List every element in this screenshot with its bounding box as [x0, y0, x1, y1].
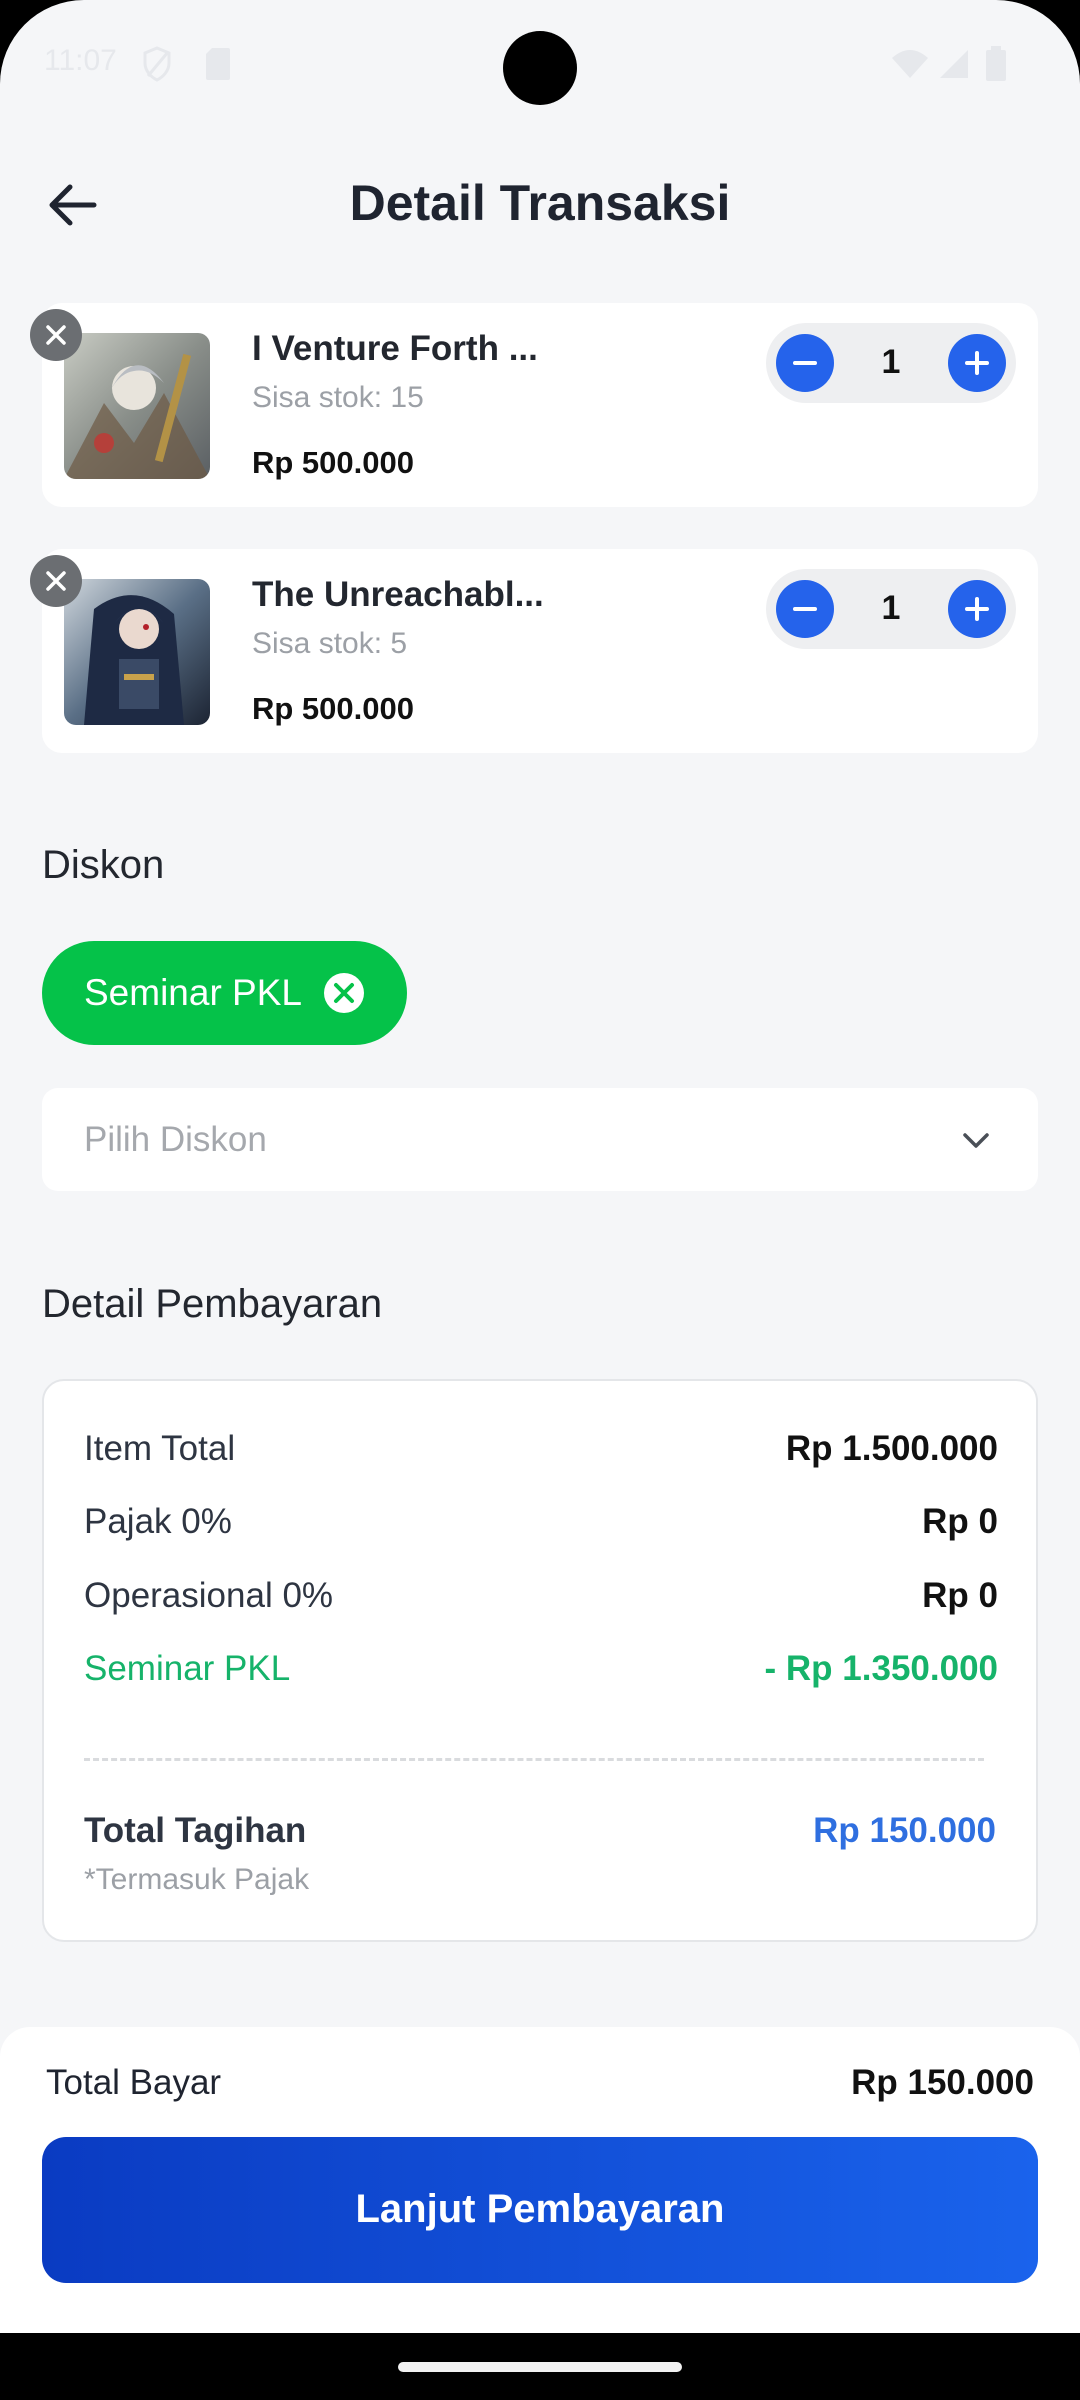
decrease-button[interactable] [776, 334, 834, 392]
gesture-nav-handle[interactable] [398, 2362, 682, 2372]
page-title: Detail Transaksi [349, 175, 731, 231]
row-label: Pajak 0% [84, 1502, 232, 1541]
item-name: I Venture Forth ... [252, 329, 538, 368]
app-screen: 11:07 Detail Transaksi I Venture Forth .… [0, 0, 1080, 2333]
item-name: The Unreachabl... [252, 575, 544, 614]
increase-button[interactable] [948, 580, 1006, 638]
remove-item-button[interactable] [30, 309, 82, 361]
row-label: Operasional 0% [84, 1576, 334, 1615]
plus-icon [965, 351, 989, 375]
payment-summary-card: Item Total Rp 1.500.000 Pajak 0% Rp 0 Op… [42, 1379, 1038, 1942]
row-label: Seminar PKL [84, 1649, 291, 1688]
discount-section-title: Diskon [42, 843, 165, 887]
shield-icon [143, 46, 171, 82]
increase-button[interactable] [948, 334, 1006, 392]
divider [84, 1758, 984, 1761]
chevron-down-icon [963, 1133, 989, 1148]
product-thumbnail [64, 333, 210, 479]
item-price: Rp 500.000 [252, 691, 414, 726]
payment-row-discount: Seminar PKL - Rp 1.350.000 [84, 1649, 998, 1699]
battery-icon [986, 46, 1006, 81]
checkout-bar: Total Bayar Rp 150.000 Lanjut Pembayaran [0, 2027, 1080, 2333]
row-value: Rp 0 [922, 1502, 998, 1541]
payment-row-operational: Operasional 0% Rp 0 [84, 1576, 998, 1626]
total-pay-value: Rp 150.000 [851, 2063, 1034, 2102]
quantity-stepper: 1 [766, 323, 1016, 403]
sim-card-icon [206, 48, 230, 80]
close-icon [46, 325, 66, 345]
total-bill-label: Total Tagihan [84, 1811, 307, 1850]
quantity-value: 1 [881, 589, 901, 627]
status-bar: 11:07 [0, 0, 1080, 130]
payment-section-title: Detail Pembayaran [42, 1282, 383, 1326]
close-icon [46, 571, 66, 591]
applied-discount-chip[interactable]: Seminar PKL [42, 941, 407, 1045]
discount-select[interactable]: Pilih Diskon [42, 1088, 1038, 1191]
row-value: Rp 0 [922, 1576, 998, 1615]
wifi-icon [892, 50, 928, 78]
decrease-button[interactable] [776, 580, 834, 638]
tax-note: *Termasuk Pajak [84, 1863, 310, 1896]
remove-discount-icon[interactable] [322, 971, 366, 1015]
payment-row-item-total: Item Total Rp 1.500.000 [84, 1429, 998, 1479]
camera-cutout [503, 31, 577, 105]
row-value: Rp 1.500.000 [785, 1429, 998, 1468]
minus-icon [793, 607, 817, 611]
plus-icon [965, 597, 989, 621]
item-stock: Sisa stok: 15 [252, 381, 424, 414]
status-time: 11:07 [44, 44, 117, 77]
signal-icon [940, 50, 968, 78]
app-header: Detail Transaksi [0, 150, 1080, 260]
quantity-value: 1 [881, 343, 901, 381]
continue-payment-label: Lanjut Pembayaran [355, 2187, 725, 2231]
continue-payment-button[interactable]: Lanjut Pembayaran [42, 2137, 1038, 2283]
cart-item: The Unreachabl... Sisa stok: 5 Rp 500.00… [30, 549, 1038, 753]
quantity-stepper: 1 [766, 569, 1016, 649]
item-stock: Sisa stok: 5 [252, 627, 408, 660]
product-thumbnail [64, 579, 210, 725]
row-label: Item Total [84, 1429, 236, 1468]
discount-chip-label: Seminar PKL [84, 972, 302, 1013]
row-value: - Rp 1.350.000 [764, 1649, 998, 1688]
minus-icon [793, 361, 817, 365]
item-price: Rp 500.000 [252, 445, 414, 480]
total-bill-value: Rp 150.000 [813, 1811, 996, 1850]
payment-row-tax: Pajak 0% Rp 0 [84, 1502, 998, 1552]
cart-item: I Venture Forth ... Sisa stok: 15 Rp 500… [30, 303, 1038, 507]
discount-select-placeholder: Pilih Diskon [84, 1120, 267, 1159]
total-pay-label: Total Bayar [46, 2063, 222, 2102]
remove-item-button[interactable] [30, 555, 82, 607]
